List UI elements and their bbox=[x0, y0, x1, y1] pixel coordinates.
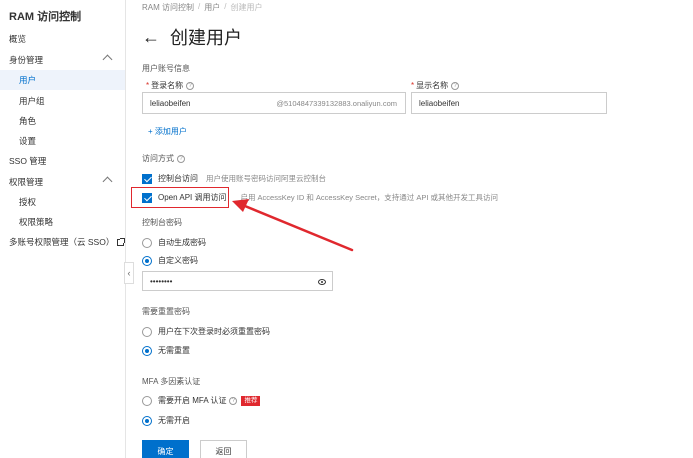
breadcrumb: RAM 访问控制 / 用户 / 创建用户 bbox=[142, 2, 262, 13]
confirm-button[interactable]: 确定 bbox=[142, 440, 189, 458]
highlight-box bbox=[131, 187, 229, 208]
chevron-left-icon: ‹ bbox=[127, 268, 131, 278]
sidebar-item-groups[interactable]: 用户组 bbox=[0, 91, 125, 111]
login-domain-suffix: @5104847339132883.onaliyun.com bbox=[276, 98, 397, 108]
sidebar-collapse-toggle[interactable]: ‹ bbox=[124, 262, 134, 284]
add-user-link[interactable]: + 添加用户 bbox=[148, 126, 187, 137]
eye-icon[interactable] bbox=[318, 279, 326, 285]
sidebar-item-settings[interactable]: 设置 bbox=[0, 131, 125, 151]
display-name-input[interactable]: leliaobeifen bbox=[411, 92, 607, 114]
page-title: ← 创建用户 bbox=[142, 24, 242, 50]
display-name-label: * 显示名称? bbox=[411, 80, 460, 91]
breadcrumb-current: 创建用户 bbox=[230, 3, 263, 12]
external-link-icon bbox=[117, 237, 126, 246]
sidebar-item-roles[interactable]: 角色 bbox=[0, 111, 125, 131]
help-icon: ? bbox=[229, 396, 238, 405]
console-access-checkbox-row[interactable]: 控制台访问 用户使用账号密码访问阿里云控制台 bbox=[142, 173, 326, 184]
back-button[interactable]: 返回 bbox=[200, 440, 247, 458]
page-title-text: 创建用户 bbox=[170, 28, 242, 48]
radio-button[interactable] bbox=[142, 395, 152, 406]
radio-button[interactable] bbox=[142, 237, 152, 248]
radio-button-selected[interactable] bbox=[142, 255, 152, 266]
sidebar-item-identity[interactable]: 身份管理 bbox=[0, 50, 125, 70]
sidebar-item-label: 权限管理 bbox=[9, 177, 44, 187]
radio-no-reset[interactable]: 无需重置 bbox=[142, 345, 190, 356]
radio-no-mfa[interactable]: 无需开启 bbox=[142, 415, 190, 426]
breadcrumb-separator: / bbox=[224, 2, 227, 11]
radio-reset-next-login[interactable]: 用户在下次登录时必须重置密码 bbox=[142, 326, 270, 337]
sidebar-item-users[interactable]: 用户 bbox=[0, 70, 125, 90]
sidebar-item-label: 身份管理 bbox=[9, 55, 44, 65]
login-name-input[interactable]: leliaobeifen @5104847339132883.onaliyun.… bbox=[142, 92, 406, 114]
recommended-badge: 推荐 bbox=[241, 395, 261, 406]
login-name-label: * 登录名称? bbox=[146, 80, 195, 91]
section-account-info: 用户账号信息 bbox=[142, 64, 190, 73]
radio-button-selected[interactable] bbox=[142, 415, 152, 426]
radio-button[interactable] bbox=[142, 326, 152, 337]
breadcrumb-item[interactable]: 用户 bbox=[204, 2, 220, 13]
help-icon: ? bbox=[177, 154, 185, 163]
sidebar-title: RAM 访问控制 bbox=[9, 11, 82, 23]
sidebar-item-sso[interactable]: SSO 管理 bbox=[0, 151, 125, 171]
chevron-up-icon bbox=[102, 54, 113, 65]
sidebar-item-label: 多账号权限管理（云 SSO） bbox=[9, 237, 115, 247]
help-icon: ? bbox=[186, 81, 195, 90]
section-console-password: 控制台密码 bbox=[142, 218, 182, 227]
breadcrumb-separator: / bbox=[198, 2, 201, 11]
back-arrow-icon[interactable]: ← bbox=[142, 27, 160, 48]
sidebar-item-grants[interactable]: 授权 bbox=[0, 192, 125, 212]
radio-require-mfa[interactable]: 需要开启 MFA 认证 ? 推荐 bbox=[142, 395, 261, 406]
console-access-checkbox[interactable] bbox=[142, 173, 152, 184]
help-icon: ? bbox=[451, 81, 460, 90]
password-input[interactable]: •••••••• bbox=[142, 271, 333, 291]
sidebar: RAM 访问控制 概览 身份管理 用户 用户组 角色 设置 SSO 管理 权限管… bbox=[0, 0, 126, 458]
section-mfa: MFA 多因素认证 bbox=[142, 377, 201, 386]
radio-button-selected[interactable] bbox=[142, 345, 152, 356]
chevron-up-icon bbox=[102, 176, 113, 187]
section-access: 访问方式? bbox=[142, 153, 185, 164]
radio-auto-password[interactable]: 自动生成密码 bbox=[142, 237, 206, 248]
sidebar-item-policies[interactable]: 权限策略 bbox=[0, 212, 125, 232]
radio-custom-password[interactable]: 自定义密码 bbox=[142, 255, 198, 266]
breadcrumb-item[interactable]: RAM 访问控制 bbox=[142, 2, 194, 13]
section-reset-password: 需要重置密码 bbox=[142, 307, 190, 316]
sidebar-item-cloud-sso[interactable]: 多账号权限管理（云 SSO） bbox=[0, 232, 126, 252]
sidebar-item-overview[interactable]: 概览 bbox=[0, 29, 125, 49]
sidebar-item-permissions[interactable]: 权限管理 bbox=[0, 172, 125, 192]
